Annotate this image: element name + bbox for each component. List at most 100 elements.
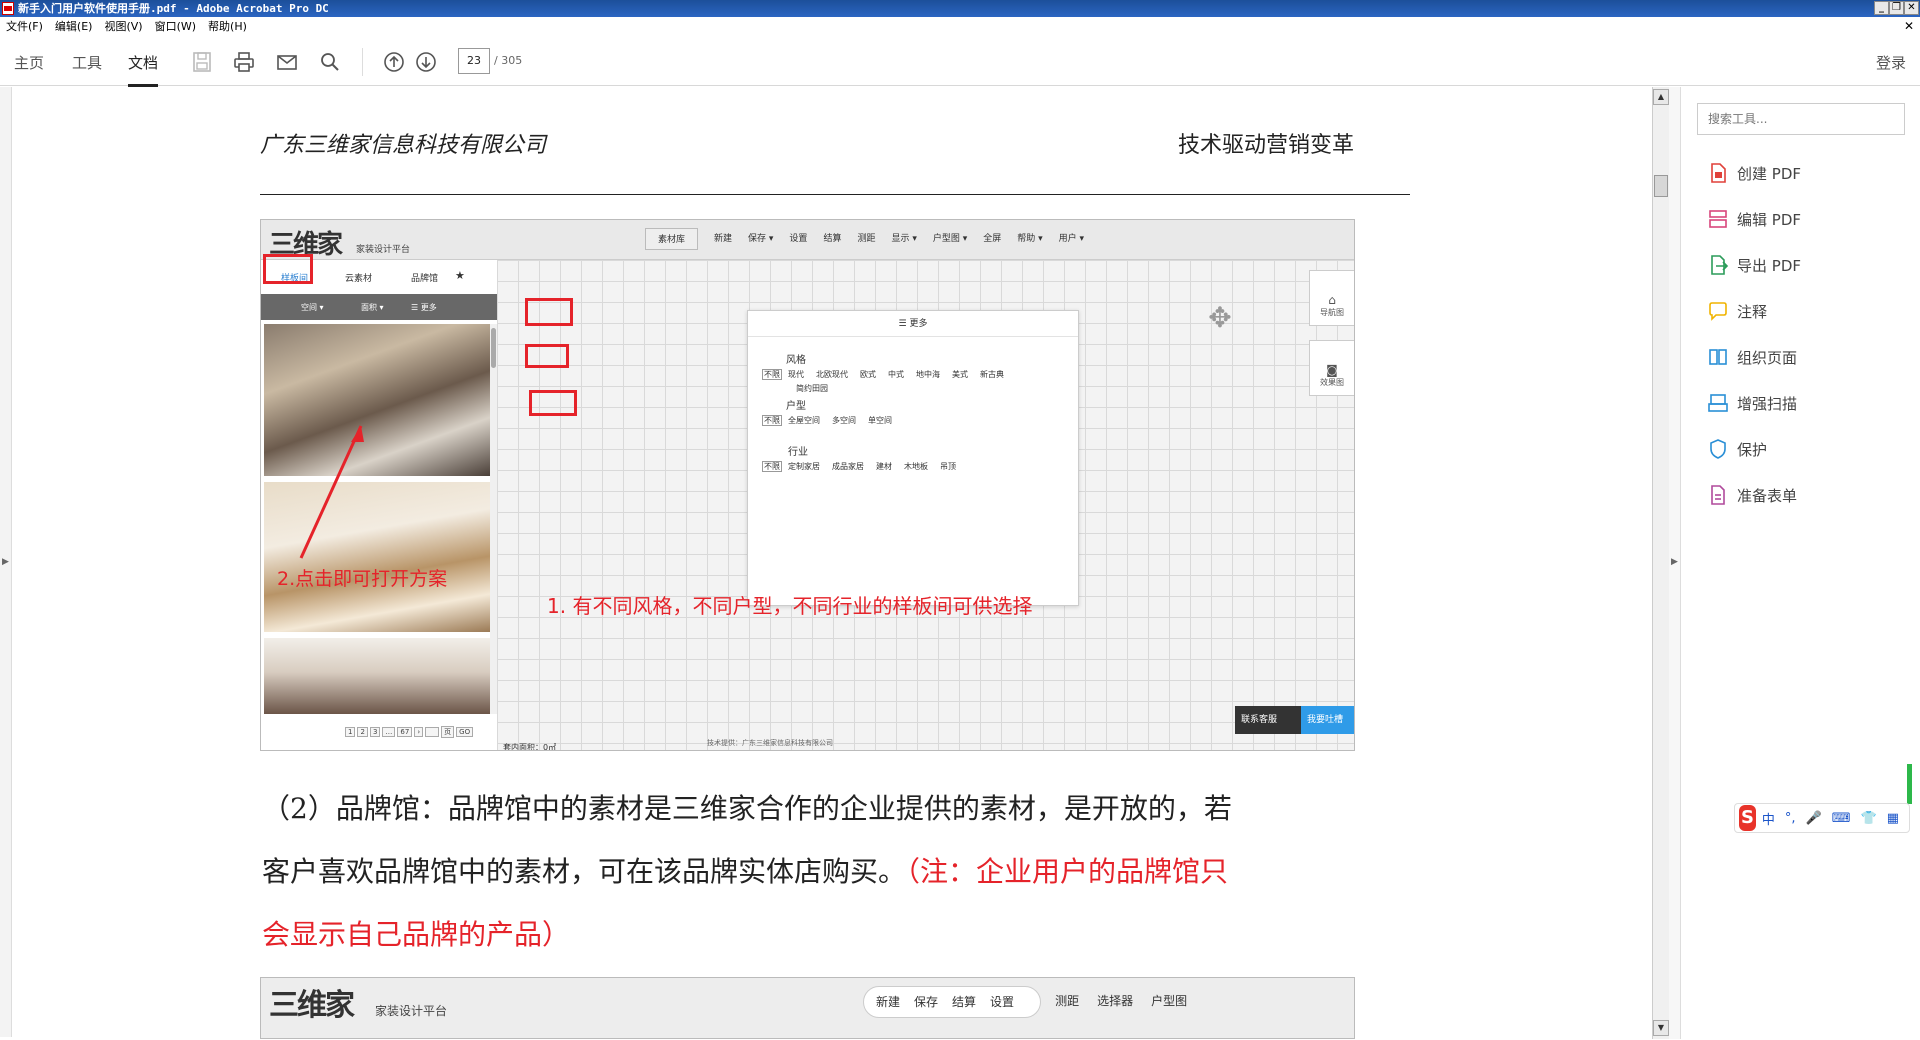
save-icon[interactable] bbox=[190, 50, 214, 74]
tab-document[interactable]: 文档 bbox=[128, 52, 159, 87]
document-view: 广东三维家信息科技有限公司 技术驱动营销变革 三维家 家装设计平台 素材库 新建… bbox=[12, 87, 1652, 1039]
tab-tools[interactable]: 工具 bbox=[72, 52, 102, 73]
pager-next: › bbox=[414, 727, 424, 737]
app-toolbar-2: 新建 保存 结算 设置 测距 选择器 户型图 bbox=[863, 986, 1205, 1018]
style-option-extra: 简约田园 bbox=[796, 384, 828, 393]
option: 成品家居 bbox=[832, 462, 864, 471]
right-pane-toggle[interactable]: ▶ bbox=[1669, 87, 1681, 1039]
restore-button[interactable]: ❐ bbox=[1889, 1, 1904, 15]
close-window-button[interactable]: ✕ bbox=[1904, 1, 1919, 15]
new-button: 新建 bbox=[876, 995, 901, 1009]
login-link[interactable]: 登录 bbox=[1876, 52, 1906, 73]
scroll-thumb[interactable] bbox=[1654, 175, 1668, 197]
navigation-panel: ⌂ 导航图 bbox=[1309, 270, 1354, 326]
keyboard-icon[interactable]: ⌨ bbox=[1832, 811, 1851, 826]
tools-search-input[interactable]: 搜索工具... bbox=[1697, 103, 1905, 135]
edit-pdf-icon bbox=[1709, 210, 1727, 228]
tool-export-pdf[interactable]: 导出 PDF bbox=[1707, 253, 1801, 277]
window-title-bar: 新手入门用户软件使用手册.pdf - Adobe Acrobat Pro DC … bbox=[0, 0, 1920, 17]
main-toolbar: 主页 工具 文档 23 / 305 登录 bbox=[0, 36, 1920, 87]
render-label: 效果图 bbox=[1320, 378, 1344, 387]
navigation-label: 导航图 bbox=[1320, 308, 1344, 317]
menu-bar: 文件(F) 编辑(E) 视图(V) 窗口(W) 帮助(H) ✕ bbox=[0, 17, 1920, 36]
document-scrollbar[interactable]: ▲ ▼ bbox=[1652, 87, 1669, 1039]
page-total: / 305 bbox=[494, 54, 523, 67]
tool-label: 导出 PDF bbox=[1737, 256, 1801, 275]
tool-prepare-form[interactable]: 准备表单 bbox=[1707, 483, 1797, 507]
pager-ellipsis: … bbox=[382, 727, 396, 737]
expand-left-icon: ▶ bbox=[2, 557, 9, 567]
tech-footer: 技术提供：广东三维家信息科技有限公司 bbox=[707, 739, 833, 747]
app-toolbar: 素材库 新建 保存 ▾ 设置 结算 测距 显示 ▾ 户型图 ▾ 全屏 帮助 ▾ … bbox=[645, 228, 1100, 250]
page-number-input[interactable]: 23 bbox=[458, 48, 490, 74]
ime-toolbar[interactable]: S 中 °, 🎤 ⌨ 👕 ▦ bbox=[1734, 803, 1910, 833]
scroll-up-icon[interactable]: ▲ bbox=[1653, 89, 1669, 105]
option: 新古典 bbox=[980, 370, 1004, 379]
tool-protect[interactable]: 保护 bbox=[1707, 437, 1767, 461]
embedded-screenshot-1: 三维家 家装设计平台 素材库 新建 保存 ▾ 设置 结算 测距 显示 ▾ 户型图… bbox=[260, 219, 1355, 751]
option: 北欧现代 bbox=[816, 370, 848, 379]
contact-service-label: 联系客服 bbox=[1241, 715, 1278, 725]
option: 中式 bbox=[888, 370, 904, 379]
tool-organize-pages[interactable]: 组织页面 bbox=[1707, 345, 1797, 369]
enhance-scan-icon bbox=[1708, 394, 1728, 412]
left-panel-toggle[interactable]: ▶ bbox=[0, 87, 12, 1037]
menu-help[interactable]: 帮助(H) bbox=[202, 17, 253, 36]
tool-enhance-scan[interactable]: 增强扫描 bbox=[1707, 391, 1797, 415]
search-icon[interactable] bbox=[318, 50, 342, 74]
pager-unit: 页 bbox=[441, 726, 455, 738]
tool-comment[interactable]: 注释 bbox=[1707, 299, 1767, 323]
email-icon[interactable] bbox=[275, 50, 299, 74]
save-button: 保存 bbox=[914, 995, 939, 1009]
feedback-button: 我要吐槽 bbox=[1301, 706, 1354, 734]
toolbox-icon[interactable]: ▦ bbox=[1887, 811, 1899, 826]
logo: 三维家 bbox=[269, 988, 355, 1023]
compass-icon: ✥ bbox=[1208, 301, 1232, 334]
ime-punctuation[interactable]: °, bbox=[1785, 811, 1796, 826]
help-button: 帮助 ▾ bbox=[1017, 234, 1043, 244]
option: 不限 bbox=[762, 461, 782, 472]
option: 欧式 bbox=[860, 370, 876, 379]
option: 全屋空间 bbox=[788, 416, 820, 425]
skin-icon[interactable]: 👕 bbox=[1861, 811, 1877, 826]
tool-label: 准备表单 bbox=[1737, 486, 1798, 505]
close-document-icon[interactable]: ✕ bbox=[1904, 17, 1914, 36]
option: 木地板 bbox=[904, 462, 928, 471]
settings-button: 设置 bbox=[789, 234, 808, 244]
microphone-icon[interactable]: 🎤 bbox=[1806, 811, 1822, 826]
pager-go: GO bbox=[456, 727, 474, 737]
tool-label: 保护 bbox=[1737, 440, 1768, 459]
annotation-1: 1. 有不同风格，不同户型，不同行业的样板间可供选择 bbox=[547, 594, 1033, 618]
menu-edit[interactable]: 编辑(E) bbox=[49, 17, 99, 36]
pager-page: 1 bbox=[345, 727, 356, 737]
page-up-icon[interactable] bbox=[382, 50, 406, 74]
menu-view[interactable]: 视图(V) bbox=[98, 17, 148, 36]
menu-file[interactable]: 文件(F) bbox=[0, 17, 49, 36]
pager: 1 2 3… 67 › 页 GO bbox=[345, 726, 475, 738]
sample-room-image-3 bbox=[264, 638, 490, 714]
tool-label: 增强扫描 bbox=[1737, 394, 1798, 413]
tab-home[interactable]: 主页 bbox=[14, 52, 44, 73]
paragraph-line-1: （2）品牌馆：品牌馆中的素材是三维家合作的企业提供的素材，是开放的，若 bbox=[262, 792, 1232, 825]
page-down-icon[interactable] bbox=[414, 50, 438, 74]
new-button: 新建 bbox=[714, 234, 733, 244]
scroll-down-icon[interactable]: ▼ bbox=[1653, 1020, 1669, 1036]
annotation-arrow-icon bbox=[299, 425, 364, 559]
print-icon[interactable] bbox=[232, 50, 256, 74]
tool-edit-pdf[interactable]: 编辑 PDF bbox=[1707, 207, 1801, 231]
option: 美式 bbox=[952, 370, 968, 379]
option: 建材 bbox=[876, 462, 892, 471]
paragraph-line-3: 会显示自己品牌的产品） bbox=[262, 915, 570, 955]
minimize-button[interactable]: _ bbox=[1874, 1, 1889, 15]
toolbar-plain: 测距 选择器 户型图 bbox=[1055, 986, 1205, 1018]
sogou-logo-icon[interactable]: S bbox=[1739, 805, 1756, 831]
checkout-button: 结算 bbox=[823, 234, 842, 244]
style-section-title: 风格 bbox=[786, 355, 806, 366]
save-button: 保存 ▾ bbox=[748, 234, 774, 244]
tool-label: 创建 PDF bbox=[1737, 164, 1801, 183]
tool-create-pdf[interactable]: 创建 PDF bbox=[1707, 161, 1801, 185]
pager-page: 3 bbox=[369, 727, 381, 737]
menu-window[interactable]: 窗口(W) bbox=[149, 17, 202, 36]
ime-chinese-mode[interactable]: 中 bbox=[1762, 809, 1775, 828]
pager-page: 2 bbox=[357, 727, 368, 737]
